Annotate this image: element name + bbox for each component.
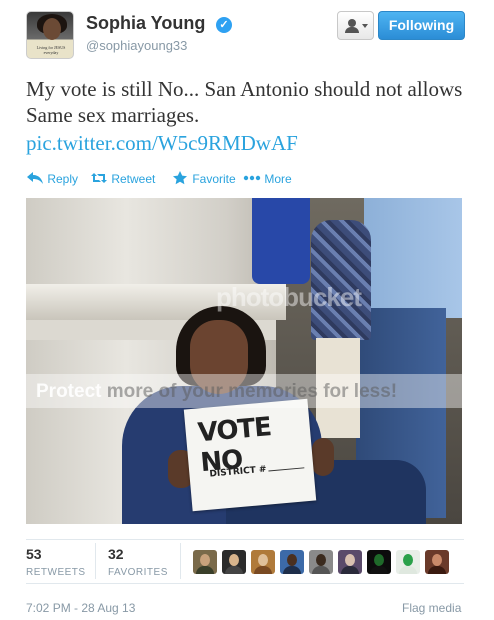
more-label: More <box>264 172 292 186</box>
tweet-header: Living for JESUS everyday Sophia Young ✓… <box>26 11 466 61</box>
retweets-label: RETWEETS <box>26 567 86 578</box>
photo-person-shirt <box>364 198 462 318</box>
favoriter-avatar[interactable] <box>251 550 275 574</box>
favoriter-avatar[interactable] <box>425 550 449 574</box>
tweet-photo[interactable]: VOTE NO DISTRICT # photobucket Protect m… <box>26 198 462 524</box>
stat-divider <box>180 543 181 579</box>
avatar-shoulders <box>428 566 446 574</box>
favorites-stat[interactable]: 32 FAVORITES <box>108 546 168 578</box>
watermark-text-1: Protect <box>36 381 107 402</box>
favoriter-avatar[interactable] <box>367 550 391 574</box>
avatar-shoulders <box>225 566 243 574</box>
avatar-shoulders <box>399 566 417 574</box>
following-button[interactable]: Following <box>378 11 465 40</box>
favoriter-avatar[interactable] <box>338 550 362 574</box>
watermark-text: Protect more of your memories for less! <box>36 381 397 403</box>
divider <box>26 539 464 540</box>
divider <box>26 583 464 584</box>
avatar-head <box>316 554 326 566</box>
retweet-button[interactable]: Retweet <box>90 171 155 186</box>
user-name[interactable]: Sophia Young <box>86 13 205 34</box>
retweet-icon <box>91 173 107 183</box>
favorite-label: Favorite <box>192 172 236 186</box>
tweet-media-link[interactable]: pic.twitter.com/W5c9RMDwAF <box>26 131 298 156</box>
favorites-label: FAVORITES <box>108 567 168 578</box>
avatar-shoulders <box>196 566 214 574</box>
star-icon <box>173 171 187 185</box>
sign-blank-line <box>268 467 305 472</box>
reply-label: Reply <box>47 172 79 186</box>
avatar-shoulders <box>341 566 359 574</box>
person-icon-body <box>345 27 359 33</box>
watermark-text-2: more of your memories for less! <box>106 381 398 402</box>
photo-hand-right <box>312 438 334 476</box>
retweets-count: 53 <box>26 546 42 562</box>
avatar-caption: Living for JESUS everyday <box>36 45 66 55</box>
photobucket-watermark-logo: photobucket <box>216 282 362 312</box>
vote-no-sign: VOTE NO DISTRICT # <box>183 398 317 512</box>
user-handle[interactable]: @sophiayoung33 <box>86 38 187 53</box>
verified-badge-icon: ✓ <box>216 17 232 33</box>
favoriter-avatar[interactable] <box>280 550 304 574</box>
photo-person-blue-shirt <box>252 198 310 284</box>
favoriter-avatar[interactable] <box>309 550 333 574</box>
photo-person-print-dress <box>311 220 371 340</box>
favorite-button[interactable]: Favorite <box>171 171 236 186</box>
avatar-head <box>287 554 297 566</box>
avatar-head <box>345 554 355 566</box>
avatar-head <box>374 554 384 566</box>
avatar-shoulders <box>254 566 272 574</box>
tweet-text: My vote is still No... San Antonio shoul… <box>26 77 463 127</box>
reply-icon <box>27 172 43 184</box>
flag-media-link[interactable]: Flag media <box>402 601 461 615</box>
avatar[interactable]: Living for JESUS everyday <box>26 11 74 59</box>
avatar-head <box>258 554 268 566</box>
favorites-count: 32 <box>108 546 124 562</box>
avatar-face <box>43 18 61 40</box>
chevron-down-icon <box>362 24 368 28</box>
avatar-shoulders <box>312 566 330 574</box>
favoriter-avatar[interactable] <box>396 550 420 574</box>
avatar-head <box>200 554 210 566</box>
avatar-head <box>403 554 413 566</box>
tweet-timestamp[interactable]: 7:02 PM - 28 Aug 13 <box>26 601 135 615</box>
more-button[interactable]: More <box>243 171 292 186</box>
avatar-head <box>432 554 442 566</box>
person-icon <box>348 19 356 27</box>
favoriter-avatar[interactable] <box>222 550 246 574</box>
favoriter-avatar[interactable] <box>193 550 217 574</box>
avatar-shoulders <box>283 566 301 574</box>
avatar-head <box>229 554 239 566</box>
more-dots-icon <box>243 175 261 181</box>
retweets-stat[interactable]: 53 RETWEETS <box>26 546 86 578</box>
avatar-shoulders <box>370 566 388 574</box>
reply-button[interactable]: Reply <box>26 171 78 186</box>
stat-divider <box>95 543 96 579</box>
user-actions-dropdown[interactable] <box>337 11 374 40</box>
retweet-label: Retweet <box>111 172 156 186</box>
